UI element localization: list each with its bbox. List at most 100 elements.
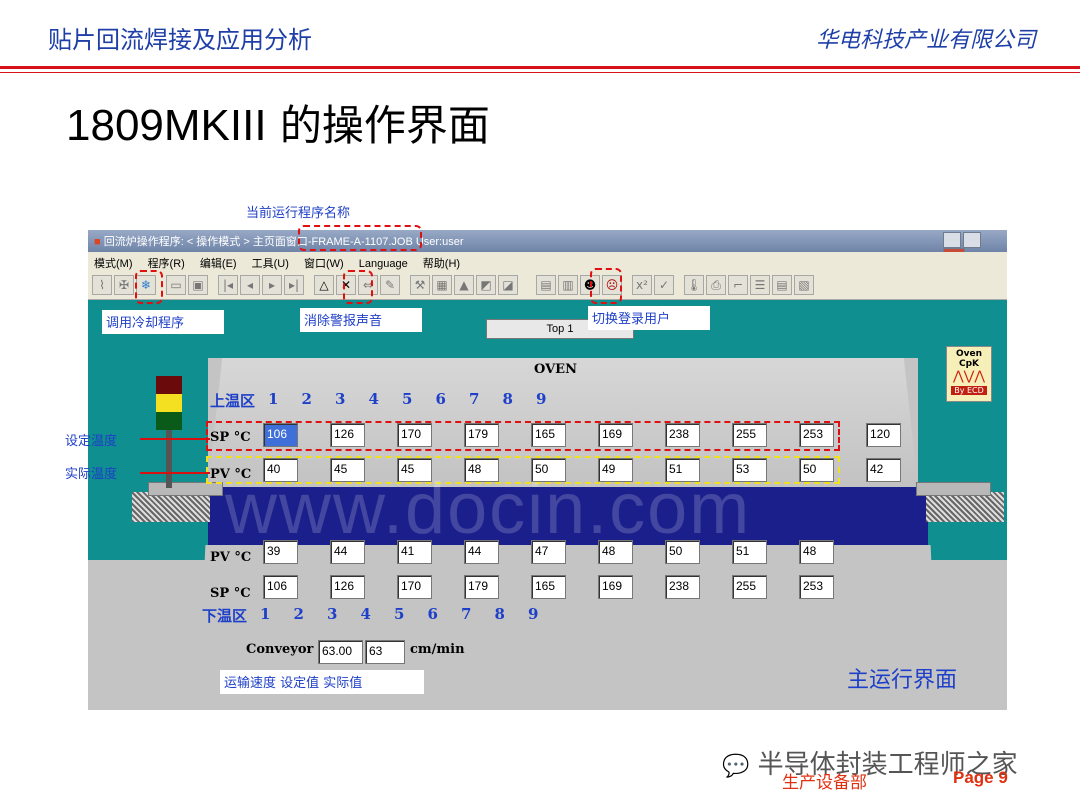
menu-tools[interactable]: 工具(U)	[252, 258, 289, 270]
lower-zone-number-9: 9	[528, 605, 539, 623]
alarm-bell-icon[interactable]: △	[314, 275, 334, 295]
conveyor-set-field[interactable]: 63.00	[318, 640, 363, 664]
entry-support	[148, 482, 223, 496]
lower-pv-field-zone-8: 51	[732, 540, 767, 564]
slide-title: 1809MKIII 的操作界面	[66, 92, 490, 153]
lower-zone-number-6: 6	[427, 605, 438, 623]
lower-sp-field-zone-2[interactable]: 126	[330, 575, 365, 599]
lower-pv-field-zone-2: 44	[330, 540, 365, 564]
printer-icon[interactable]: ⎙	[706, 275, 726, 295]
menu-language[interactable]: Language	[359, 258, 408, 270]
upper-pv-field-zone-7: 51	[665, 458, 700, 482]
switch-user-highlight	[590, 268, 622, 304]
upper-zone-number-4: 4	[368, 390, 379, 408]
grid-icon[interactable]: ▦	[432, 275, 452, 295]
settings-icon[interactable]: ✠	[114, 275, 134, 295]
menu-help[interactable]: 帮助(H)	[423, 258, 460, 270]
lower-sp-field-zone-3[interactable]: 170	[397, 575, 432, 599]
menu-mode[interactable]: 模式(M)	[94, 258, 133, 270]
upper-sp-field-zone-8[interactable]: 255	[732, 423, 767, 447]
prev-icon[interactable]: ◂	[240, 275, 260, 295]
upper-sp-field-zone-7[interactable]: 238	[665, 423, 700, 447]
upper-sp-field-zone-2[interactable]: 126	[330, 423, 365, 447]
exit-support	[916, 482, 991, 496]
minimize-button[interactable]	[943, 232, 961, 248]
upper-zone-number-5: 5	[402, 390, 413, 408]
menu-window[interactable]: 窗口(W)	[304, 258, 344, 270]
thermometer-icon[interactable]: 🌡	[684, 275, 704, 295]
lower-pv-field-zone-5: 47	[531, 540, 566, 564]
menu-bar: 模式(M) 程序(R) 编辑(E) 工具(U) 窗口(W) Language 帮…	[88, 252, 1007, 272]
lower-pv-field-zone-1: 39	[263, 540, 298, 564]
list-icon[interactable]: ☰	[750, 275, 770, 295]
actual-temp-pointer	[140, 472, 210, 474]
upper-pv-field-zone-6: 49	[598, 458, 633, 482]
upper-sp-field-zone-6[interactable]: 169	[598, 423, 633, 447]
window-titlebar: ■ 回流炉操作程序: < 操作模式 > 主页面窗口-FRAME-A-1107.J…	[88, 230, 1007, 264]
cpk-title: Oven CpK	[955, 349, 983, 369]
save-icon[interactable]: ▣	[188, 275, 208, 295]
belt-entry	[132, 492, 210, 522]
upper-sp-field-zone-1[interactable]: 106	[263, 423, 298, 447]
cpk-chart-icon: ⋀⋁⋀	[953, 369, 985, 384]
lower-zone-number-1: 1	[260, 605, 271, 623]
formula-icon[interactable]: x²	[632, 275, 652, 295]
toolbar: ⌇ ✠ ❄ ▭ ▣ |◂ ◂ ▸ ▸| △ ✕ ⇔ ✎ ⚒ ▦ ▲ ◩ ◪ ▤ ▥ ☻ ☹ x² ✓ 🌡 ⎙ ⌐ ☰ ▤ ▧	[88, 272, 1007, 300]
set-temp-pointer	[140, 438, 210, 440]
upper-zone-number-7: 7	[469, 390, 480, 408]
upper-pv-field-zone-4: 48	[464, 458, 499, 482]
upper-sp-field-zone-3[interactable]: 170	[397, 423, 432, 447]
report-icon[interactable]: ▧	[794, 275, 814, 295]
oven-software-window: ■ 回流炉操作程序: < 操作模式 > 主页面窗口-FRAME-A-1107.J…	[88, 230, 1007, 710]
lower-sp-field-zone-9[interactable]: 253	[799, 575, 834, 599]
upper-pv-field-zone-3: 45	[397, 458, 432, 482]
copy-icon[interactable]: ▤	[536, 275, 556, 295]
lower-sp-field-zone-6[interactable]: 169	[598, 575, 633, 599]
upper-zone-number-2: 2	[301, 390, 312, 408]
lower-sp-field-zone-4[interactable]: 179	[464, 575, 499, 599]
lower-sp-field-zone-7[interactable]: 238	[665, 575, 700, 599]
upper-zone-number-8: 8	[502, 390, 513, 408]
wrench-icon[interactable]: ⚒	[410, 275, 430, 295]
upper-sp-field-zone-9[interactable]: 253	[799, 423, 834, 447]
upper-pv-field-zone-2: 45	[330, 458, 365, 482]
lower-sp-field-zone-5[interactable]: 165	[531, 575, 566, 599]
open-file-icon[interactable]: ▭	[166, 275, 186, 295]
chart-icon[interactable]: ⌇	[92, 275, 112, 295]
first-icon[interactable]: |◂	[218, 275, 238, 295]
lower-sp-field-zone-1[interactable]: 106	[263, 575, 298, 599]
paste-icon[interactable]: ▥	[558, 275, 578, 295]
upper-sp-field-zone-5[interactable]: 165	[531, 423, 566, 447]
last-icon[interactable]: ▸|	[284, 275, 304, 295]
lamp-yellow	[156, 394, 182, 412]
oven-cpk-button[interactable]: Oven CpK ⋀⋁⋀ By ECD	[946, 346, 992, 402]
pen-icon[interactable]: ✎	[380, 275, 400, 295]
menu-program[interactable]: 程序(R)	[148, 258, 185, 270]
annotation-main-ui: 主运行界面	[846, 668, 957, 693]
slide-title-cn: 的操作界面	[266, 101, 490, 150]
lower-sp-field-zone-8[interactable]: 255	[732, 575, 767, 599]
maximize-button[interactable]	[963, 232, 981, 248]
upper-zone-number-9: 9	[536, 390, 547, 408]
lock-icon[interactable]: ▲	[454, 275, 474, 295]
check-icon[interactable]: ✓	[654, 275, 674, 295]
menu-edit[interactable]: 编辑(E)	[200, 258, 237, 270]
edit-doc-icon[interactable]: ◩	[476, 275, 496, 295]
wechat-icon: 💬	[722, 754, 750, 779]
lower-pv-field-zone-7: 50	[665, 540, 700, 564]
slide-title-model: 1809MKIII	[66, 101, 267, 150]
belt-exit	[926, 492, 1004, 522]
lamp-red	[156, 376, 182, 394]
lower-zone-number-5: 5	[394, 605, 405, 623]
upper-zone-number-1: 1	[268, 390, 279, 408]
key-icon[interactable]: ⌐	[728, 275, 748, 295]
header-divider-thin	[0, 72, 1080, 73]
lower-zone-number-3: 3	[327, 605, 338, 623]
extra-sp-field[interactable]: 120	[866, 423, 901, 447]
upper-zone-label: 上温区	[210, 392, 256, 410]
doc-icon[interactable]: ◪	[498, 275, 518, 295]
upper-sp-field-zone-4[interactable]: 179	[464, 423, 499, 447]
next-icon[interactable]: ▸	[262, 275, 282, 295]
cpk-by: By ECD	[951, 386, 987, 395]
table-icon[interactable]: ▤	[772, 275, 792, 295]
